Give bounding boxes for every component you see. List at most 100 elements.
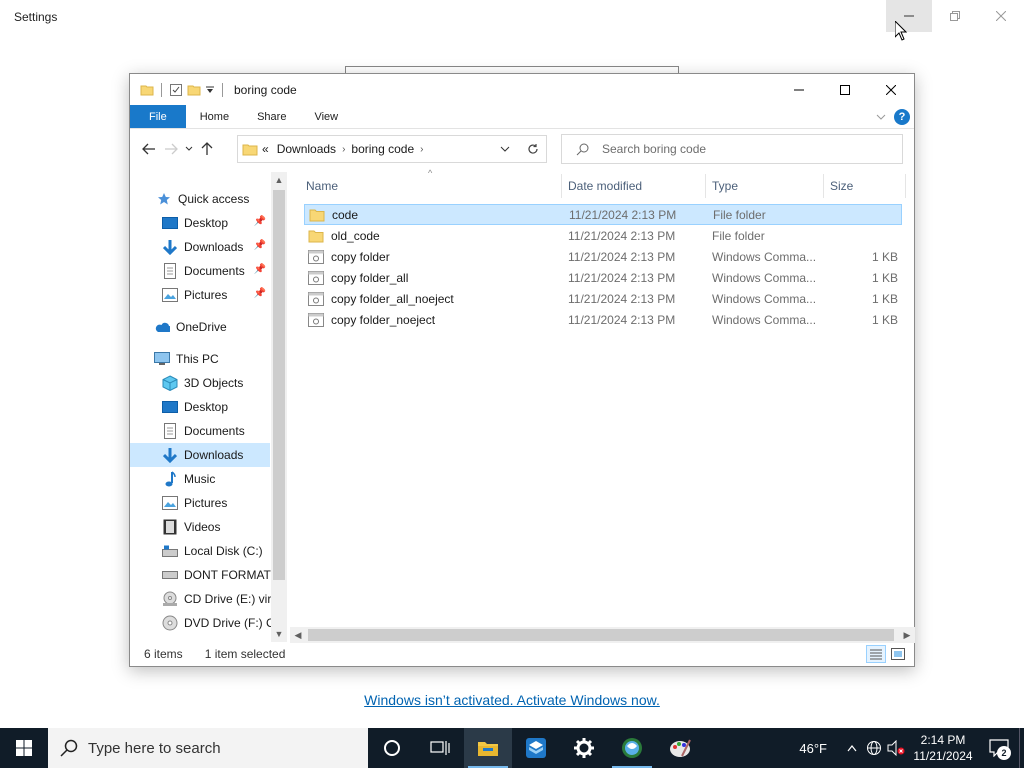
tab-home[interactable]: Home — [186, 105, 243, 128]
nav-this-pc[interactable]: This PC — [130, 347, 270, 371]
nav-label: CD Drive (E:) virt — [184, 592, 275, 606]
film-icon — [162, 519, 178, 535]
batch-file-icon — [308, 270, 324, 286]
tab-file[interactable]: File — [130, 105, 186, 128]
scroll-right-icon[interactable]: ▶ — [899, 627, 915, 643]
forward-button[interactable] — [160, 137, 182, 161]
cortana-button[interactable] — [368, 728, 416, 768]
view-toggle — [866, 645, 908, 663]
close-button[interactable] — [868, 74, 914, 105]
breadcrumb-overflow[interactable]: « — [258, 142, 273, 156]
back-button[interactable] — [138, 137, 160, 161]
file-row[interactable]: code 11/21/2024 2:13 PM File folder — [304, 204, 902, 225]
file-row[interactable]: copy folder_noeject 11/21/2024 2:13 PM W… — [304, 309, 902, 330]
clock[interactable]: 2:14 PM 11/21/2024 — [907, 732, 979, 764]
settings-close-button[interactable] — [978, 0, 1024, 32]
nav-qa-desktop[interactable]: Desktop 📌 — [130, 211, 270, 235]
search-input[interactable] — [602, 142, 882, 156]
nav-label: Pictures — [184, 496, 228, 510]
address-history-dropdown[interactable] — [492, 136, 518, 162]
navigation-pane-scrollbar[interactable]: ▲ ▼ — [271, 172, 287, 642]
nav-music[interactable]: Music — [130, 467, 270, 491]
file-list-horizontal-scrollbar[interactable]: ◀ ▶ — [290, 627, 915, 643]
nav-quick-access[interactable]: Quick access — [130, 187, 270, 211]
nav-onedrive[interactable]: OneDrive — [130, 315, 270, 339]
nav-qa-documents[interactable]: Documents 📌 — [130, 259, 270, 283]
tab-share[interactable]: Share — [243, 105, 300, 128]
file-row[interactable]: old_code 11/21/2024 2:13 PM File folder — [304, 225, 902, 246]
explorer-titlebar[interactable]: boring code — [130, 74, 914, 105]
nav-label: Documents — [184, 264, 245, 278]
taskbar-settings[interactable] — [560, 728, 608, 768]
nav-pictures[interactable]: Pictures — [130, 491, 270, 515]
minimize-button[interactable] — [776, 74, 822, 105]
taskbar-paint-app[interactable] — [656, 728, 704, 768]
large-icons-view-button[interactable] — [888, 645, 908, 663]
details-view-button[interactable] — [866, 645, 886, 663]
window-title: boring code — [234, 82, 297, 97]
column-header-date[interactable]: Date modified — [562, 174, 706, 198]
file-row[interactable]: copy folder 11/21/2024 2:13 PM Windows C… — [304, 246, 902, 267]
nav-cd-drive[interactable]: CD Drive (E:) virt — [130, 587, 275, 611]
properties-icon[interactable] — [169, 83, 183, 97]
taskbar-search-box[interactable]: Type here to search — [48, 728, 368, 768]
nav-label: Local Disk (C:) — [184, 544, 263, 558]
search-box[interactable] — [561, 134, 903, 164]
recent-locations-button[interactable] — [182, 137, 196, 161]
scroll-up-icon[interactable]: ▲ — [271, 172, 287, 188]
search-icon — [576, 143, 589, 156]
column-header-type[interactable]: Type — [706, 174, 824, 198]
nav-dont-format-drive[interactable]: DONT FORMAT ( — [130, 563, 278, 587]
show-desktop-button[interactable] — [1019, 728, 1024, 768]
folder-icon — [140, 85, 154, 95]
task-view-button[interactable] — [416, 728, 464, 768]
volume-button[interactable] — [885, 728, 907, 768]
tab-view[interactable]: View — [300, 105, 352, 128]
address-bar[interactable]: « Downloads › boring code › — [237, 135, 547, 163]
breadcrumb-boring-code[interactable]: boring code — [347, 142, 418, 156]
settings-restore-button[interactable] — [932, 0, 978, 32]
scrollbar-thumb[interactable] — [308, 629, 894, 641]
nav-qa-pictures[interactable]: Pictures 📌 — [130, 283, 270, 307]
nav-3d-objects[interactable]: 3D Objects — [130, 371, 270, 395]
scroll-down-icon[interactable]: ▼ — [271, 626, 287, 642]
scroll-left-icon[interactable]: ◀ — [290, 627, 306, 643]
new-folder-icon[interactable] — [187, 83, 201, 97]
chevron-right-icon[interactable]: › — [418, 144, 425, 155]
cortana-circle-icon — [384, 740, 400, 756]
weather-temperature[interactable]: 46°F — [799, 741, 827, 756]
nav-desktop[interactable]: Desktop — [130, 395, 270, 419]
settings-minimize-button[interactable] — [886, 0, 932, 32]
minimize-icon — [794, 89, 804, 90]
pin-icon: 📌 — [253, 216, 266, 227]
action-center-button[interactable]: 2 — [979, 728, 1019, 768]
taskbar-network-app[interactable] — [608, 728, 656, 768]
file-explorer-icon — [478, 742, 498, 756]
file-row[interactable]: copy folder_all_noeject 11/21/2024 2:13 … — [304, 288, 902, 309]
breadcrumb-downloads[interactable]: Downloads — [273, 142, 340, 156]
help-button[interactable]: ? — [894, 108, 910, 125]
nav-documents[interactable]: Documents — [130, 419, 270, 443]
nav-qa-downloads[interactable]: Downloads 📌 — [130, 235, 270, 259]
nav-videos[interactable]: Videos — [130, 515, 270, 539]
scrollbar-thumb[interactable] — [273, 190, 285, 580]
column-header-name[interactable]: ^ Name — [300, 168, 562, 198]
chevron-right-icon[interactable]: › — [340, 144, 347, 155]
expand-ribbon-icon[interactable] — [876, 112, 886, 122]
file-row[interactable]: copy folder_all 11/21/2024 2:13 PM Windo… — [304, 267, 902, 288]
customize-toolbar-icon[interactable] — [205, 85, 215, 95]
start-button[interactable] — [0, 728, 48, 768]
nav-dvd-drive[interactable]: DVD Drive (F:) CI — [130, 611, 278, 635]
network-status-button[interactable] — [863, 728, 885, 768]
show-hidden-icons-button[interactable] — [841, 728, 863, 768]
nav-local-disk[interactable]: Local Disk (C:) — [130, 539, 270, 563]
taskbar-virtualbox[interactable] — [512, 728, 560, 768]
refresh-button[interactable] — [519, 135, 547, 163]
maximize-button[interactable] — [822, 74, 868, 105]
taskbar-file-explorer[interactable] — [464, 728, 512, 768]
up-button[interactable] — [196, 137, 218, 161]
maximize-icon — [840, 84, 850, 95]
activate-windows-link[interactable]: Windows isn’t activated. Activate Window… — [0, 692, 1024, 708]
nav-downloads[interactable]: Downloads — [130, 443, 270, 467]
column-header-size[interactable]: Size — [824, 174, 906, 198]
